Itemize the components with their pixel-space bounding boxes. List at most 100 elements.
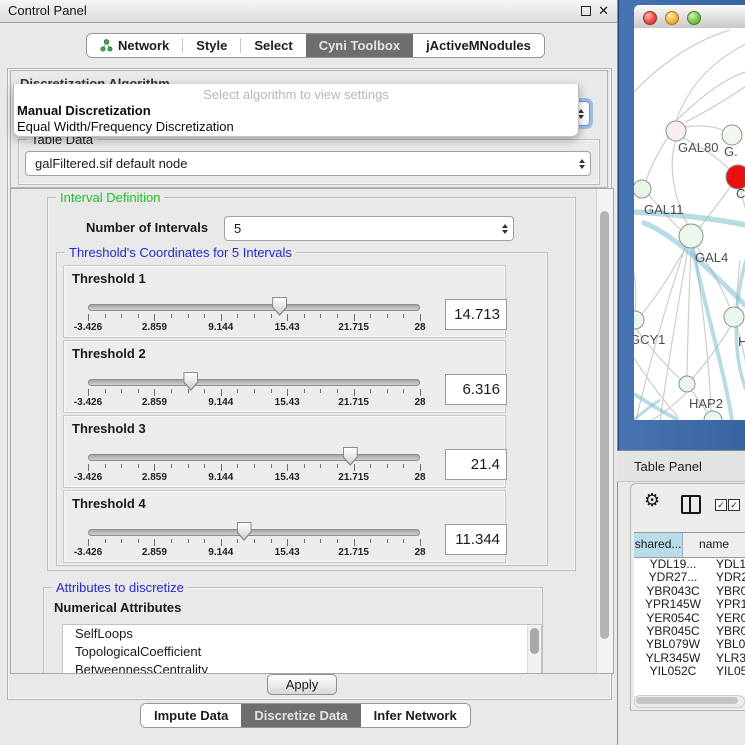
- network-edge[interactable]: [646, 137, 668, 181]
- network-edge[interactable]: [676, 44, 745, 121]
- tab-label: Infer Network: [374, 704, 457, 727]
- network-node-gal4[interactable]: [679, 224, 703, 248]
- node-label-gcy1: GCY1: [634, 332, 665, 347]
- tab-infer-network[interactable]: Infer Network: [361, 704, 470, 727]
- combo-stepper-icon[interactable]: [574, 159, 590, 169]
- minimize-window-icon[interactable]: [665, 11, 679, 25]
- dropdown-option-manual-discretization[interactable]: Manual Discretization: [14, 103, 578, 119]
- settings-vertical-scrollbar[interactable]: [596, 189, 613, 673]
- network-view-window: GAL80G.CGAL11GAL4GCY1HHAP2: [618, 0, 745, 450]
- network-node-node-h[interactable]: [724, 307, 744, 327]
- table-row[interactable]: YER054CYER05: [634, 612, 745, 625]
- table-cell: YLR345W: [634, 652, 712, 665]
- slider-thumb-face: [344, 448, 357, 464]
- threshold-value-field[interactable]: 11.344: [445, 524, 507, 555]
- attribute-item-selfloops[interactable]: SelfLoops: [63, 625, 541, 643]
- table-data-combobox[interactable]: galFiltered.sif default node: [25, 151, 591, 176]
- network-node-node-partial[interactable]: [704, 411, 722, 420]
- network-node-node-g[interactable]: [722, 125, 742, 145]
- slider-tick-labels: -3.4262.8599.14415.4321.71528: [88, 322, 420, 334]
- table-horizontal-scrollbar[interactable]: [634, 695, 745, 708]
- gear-icon[interactable]: ⚙: [644, 490, 660, 511]
- network-edge[interactable]: [634, 30, 730, 92]
- scrollbar-thumb[interactable]: [600, 211, 609, 639]
- network-icon: [100, 39, 113, 52]
- attribute-item-topologicalcoefficient[interactable]: TopologicalCoefficient: [63, 643, 541, 661]
- network-node-hap2[interactable]: [679, 376, 695, 392]
- network-canvas[interactable]: GAL80G.CGAL11GAL4GCY1HHAP2: [634, 28, 745, 420]
- network-node-gal11[interactable]: [634, 180, 651, 198]
- checkbox-icon[interactable]: ✓: [728, 499, 740, 511]
- close-icon[interactable]: ✕: [598, 0, 609, 21]
- table-cell: YBR04: [712, 585, 745, 598]
- attribute-item-betweennesscentrality[interactable]: BetweennessCentrality: [63, 661, 541, 674]
- thresholds-group: Threshold's Coordinates for 5 Intervals …: [56, 252, 548, 566]
- table-cell: YLR34: [712, 652, 745, 665]
- tab-style[interactable]: Style: [183, 34, 240, 57]
- column-header-name[interactable]: name: [683, 533, 745, 557]
- table-row[interactable]: YPR145WYPR14: [634, 598, 745, 611]
- columns-icon[interactable]: [681, 495, 701, 514]
- slider-track[interactable]: [88, 529, 420, 536]
- numerical-attributes-label: Numerical Attributes: [54, 600, 181, 615]
- slider-track[interactable]: [88, 379, 420, 386]
- table-cell: YBR04: [712, 625, 745, 638]
- hscrollbar-thumb[interactable]: [636, 697, 738, 704]
- combo-stepper-icon[interactable]: [497, 224, 513, 234]
- slider-track[interactable]: [88, 454, 420, 461]
- apply-button[interactable]: Apply: [267, 674, 337, 695]
- table-cell: YER054C: [634, 612, 712, 625]
- dropdown-option-equal-width-frequency-discretization[interactable]: Equal Width/Frequency Discretization: [14, 119, 578, 135]
- table-row[interactable]: YIL052CYIL05: [634, 665, 745, 678]
- number-of-intervals-combobox[interactable]: 5: [224, 216, 514, 241]
- node-label-gal80: GAL80: [678, 140, 718, 155]
- network-edge[interactable]: [642, 247, 686, 314]
- threshold-value-field[interactable]: 6.316: [445, 374, 507, 405]
- tab-network[interactable]: Network: [87, 34, 182, 57]
- tab-select[interactable]: Select: [241, 34, 305, 57]
- table-row[interactable]: YBR043CYBR04: [634, 585, 745, 598]
- node-label-hap2: HAP2: [689, 396, 723, 411]
- list-scrollbar[interactable]: [527, 625, 541, 674]
- network-edge[interactable]: [676, 72, 745, 121]
- interval-definition-group: Interval Definition Number of Intervals …: [47, 197, 576, 571]
- table-row[interactable]: YDR27...YDR27: [634, 571, 745, 584]
- checkbox-icon[interactable]: ✓: [715, 499, 727, 511]
- table-cell: YDR27: [712, 571, 745, 584]
- tab-jactivemnodules[interactable]: jActiveMNodules: [413, 34, 544, 57]
- network-edge[interactable]: [687, 248, 691, 376]
- control-panel-titlebar: Control Panel ✕: [0, 0, 617, 23]
- network-edge[interactable]: [634, 272, 636, 311]
- threshold-value-field[interactable]: 21.4: [445, 449, 507, 480]
- numerical-attributes-list[interactable]: SelfLoopsTopologicalCoefficientBetweenne…: [62, 624, 542, 674]
- threshold-value-field[interactable]: 14.713: [445, 299, 507, 330]
- tab-discretize-data[interactable]: Discretize Data: [241, 704, 360, 727]
- threshold-label: Threshold 1: [72, 271, 146, 286]
- slider-tick-labels: -3.4262.8599.14415.4321.71528: [88, 472, 420, 484]
- table-cell: YBL07: [712, 638, 745, 651]
- table-row[interactable]: YDL19...YDL19: [634, 558, 745, 571]
- table-header-row: shared...name: [634, 532, 745, 558]
- table-cell: YDR27...: [634, 571, 712, 584]
- table-row[interactable]: YLR345WYLR34: [634, 652, 745, 665]
- tab-cyni-toolbox[interactable]: Cyni Toolbox: [306, 34, 413, 57]
- table-row[interactable]: YBL079WYBL07: [634, 638, 745, 651]
- network-window-titlebar[interactable]: [634, 5, 745, 29]
- slider-ticks: [88, 539, 420, 547]
- close-window-icon[interactable]: [643, 11, 657, 25]
- zoom-window-icon[interactable]: [687, 11, 701, 25]
- network-edge[interactable]: [684, 126, 723, 130]
- table-row[interactable]: YBR045CYBR04: [634, 625, 745, 638]
- threshold-label: Threshold 4: [72, 496, 146, 511]
- threshold-row-threshold-4: Threshold 4-3.4262.8599.14415.4321.71528…: [63, 490, 506, 563]
- network-node-gal80[interactable]: [666, 121, 686, 141]
- slider-ticks: [88, 389, 420, 397]
- network-canvas-svg: GAL80G.CGAL11GAL4GCY1HHAP2: [634, 28, 745, 420]
- column-header-shared[interactable]: shared...: [634, 533, 683, 557]
- list-scrollbar-thumb[interactable]: [530, 628, 539, 654]
- float-window-icon[interactable]: [581, 6, 591, 16]
- tab-impute-data[interactable]: Impute Data: [141, 704, 241, 727]
- threshold-label: Threshold 2: [72, 346, 146, 361]
- slider-track[interactable]: [88, 304, 420, 311]
- tab-label: Network: [118, 34, 169, 57]
